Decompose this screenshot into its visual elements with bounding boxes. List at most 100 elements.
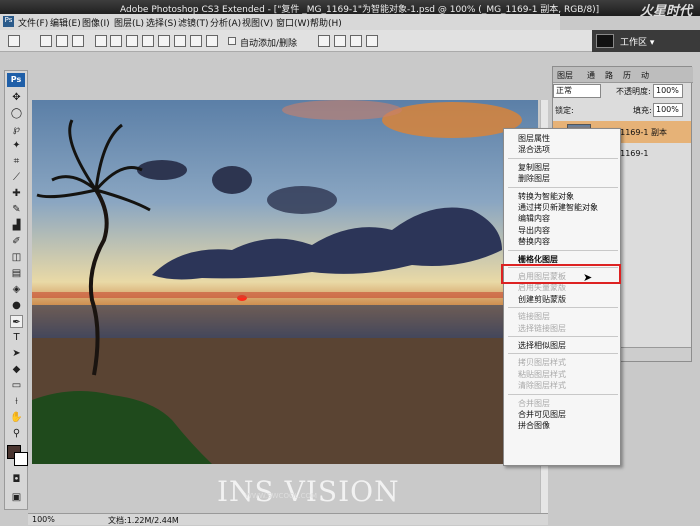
context-menu-item[interactable]: 转换为智能对象	[518, 191, 574, 202]
path-exclude-icon[interactable]	[366, 35, 378, 47]
ellipse-icon[interactable]	[158, 35, 170, 47]
quick-mask-icon[interactable]: ◘	[10, 473, 23, 486]
menu-separator	[508, 157, 618, 159]
sunset-photo	[32, 100, 538, 464]
crop-tool-icon[interactable]: ⌗	[10, 155, 23, 168]
menu-help[interactable]: 帮助(H)	[310, 16, 342, 29]
context-menu-item[interactable]: 通过拷贝新建智能对象	[518, 202, 598, 213]
doc-size[interactable]: 文档:1.22M/2.44M	[108, 515, 179, 526]
opacity-label: 不透明度:	[616, 87, 651, 96]
lasso-tool-icon[interactable]: ℘	[10, 123, 23, 136]
background-color-swatch[interactable]	[14, 452, 28, 466]
eraser-tool-icon[interactable]: ◫	[10, 251, 23, 264]
menu-view[interactable]: 视图(V)	[242, 16, 273, 29]
menu-separator	[508, 393, 618, 395]
shape-layers-icon[interactable]	[40, 35, 52, 47]
path-intersect-icon[interactable]	[350, 35, 362, 47]
freeform-pen-icon[interactable]	[110, 35, 122, 47]
rectangle-icon[interactable]	[126, 35, 138, 47]
zoom-tool-icon[interactable]: ⚲	[10, 427, 23, 440]
pen-tool-icon[interactable]	[8, 35, 20, 47]
toolbox: Ps ✥ ◯ ℘ ✦ ⌗ ⟋ ✚ ✎ ▟ ✐ ◫ ▤ ◈ ● ✒ T ➤ ◆ ▭…	[4, 70, 28, 510]
tab-history[interactable]: 历	[623, 70, 631, 81]
workspace-label: 工作区 ▾	[620, 38, 655, 48]
path-subtract-icon[interactable]	[334, 35, 346, 47]
move-tool-icon[interactable]: ✥	[10, 91, 23, 104]
eyedropper-tool-icon[interactable]: ⟊	[10, 395, 23, 408]
fill-pixels-icon[interactable]	[72, 35, 84, 47]
tab-paths[interactable]: 路	[605, 70, 613, 81]
menu-select[interactable]: 选择(S)	[146, 16, 177, 29]
line-icon[interactable]	[190, 35, 202, 47]
pen-icon[interactable]	[95, 35, 107, 47]
menu-separator	[508, 336, 618, 337]
shape-tool-icon[interactable]: ◆	[10, 363, 23, 376]
menu-file[interactable]: 文件(F)	[18, 16, 48, 29]
paths-icon[interactable]	[56, 35, 68, 47]
mouse-cursor-icon: ➤	[583, 271, 593, 284]
magic-wand-tool-icon[interactable]: ✦	[10, 139, 23, 152]
context-menu-item[interactable]: 复制图层	[518, 162, 550, 173]
app-icon: Ps	[3, 16, 14, 27]
menu-image[interactable]: 图像(I)	[82, 16, 110, 29]
context-menu-item[interactable]: 创建剪贴蒙版	[518, 294, 566, 305]
context-menu-item[interactable]: 删除图层	[518, 173, 550, 184]
polygon-icon[interactable]	[174, 35, 186, 47]
menu-separator	[508, 186, 618, 188]
tab-channels[interactable]: 通	[587, 70, 595, 81]
rounded-rectangle-icon[interactable]	[142, 35, 154, 47]
site-logo: 火星时代	[639, 4, 692, 19]
highlight-box	[501, 264, 621, 284]
context-menu-item[interactable]: 选择相似图层	[518, 340, 566, 351]
toolbox-ps-logo: Ps	[7, 73, 25, 87]
context-menu-item[interactable]: 导出内容	[518, 225, 550, 236]
healing-tool-icon[interactable]: ✚	[10, 187, 23, 200]
lock-label: 锁定:	[555, 106, 574, 115]
menu-analysis[interactable]: 分析(A)	[210, 16, 241, 29]
path-add-icon[interactable]	[318, 35, 330, 47]
tab-actions[interactable]: 动	[641, 70, 649, 81]
path-select-tool-icon[interactable]: ➤	[10, 347, 23, 360]
screen-mode-icon[interactable]: ▣	[10, 491, 23, 504]
menu-window[interactable]: 窗口(W)	[276, 16, 310, 29]
document-canvas[interactable]	[32, 100, 538, 464]
context-menu-item[interactable]: 替换内容	[518, 236, 550, 247]
menu-separator	[508, 353, 618, 355]
dodge-tool-icon[interactable]: ●	[10, 299, 23, 312]
context-menu-item[interactable]: 栅格化图层	[518, 254, 558, 265]
custom-shape-icon[interactable]	[206, 35, 218, 47]
fill-label: 填充:	[633, 106, 652, 115]
gradient-tool-icon[interactable]: ▤	[10, 267, 23, 280]
blend-mode-select[interactable]: 正常	[553, 84, 601, 98]
auto-add-delete-label: 自动添加/删除	[240, 39, 298, 49]
history-brush-icon[interactable]: ✐	[10, 235, 23, 248]
workspace-button[interactable]: 工作区 ▾	[592, 30, 700, 52]
context-menu-item[interactable]: 拼合图像	[518, 420, 550, 431]
workspace-icon	[596, 34, 614, 48]
menu-edit[interactable]: 编辑(E)	[50, 16, 81, 29]
opacity-input[interactable]: 100%	[653, 84, 683, 98]
slice-tool-icon[interactable]: ⟋	[10, 171, 23, 184]
stamp-tool-icon[interactable]: ▟	[10, 219, 23, 232]
menu-filter[interactable]: 滤镜(T)	[178, 16, 209, 29]
notes-tool-icon[interactable]: ▭	[10, 379, 23, 392]
marquee-tool-icon[interactable]: ◯	[10, 107, 23, 120]
menu-bar: Ps 文件(F) 编辑(E) 图像(I) 图层(L) 选择(S) 滤镜(T) 分…	[0, 14, 560, 30]
context-menu-item[interactable]: 图层属性	[518, 133, 550, 144]
panel-tabs: 图层 通 路 历 动	[553, 67, 693, 83]
zoom-level[interactable]: 100%	[32, 515, 55, 524]
hand-tool-icon[interactable]: ✋	[10, 411, 23, 424]
context-menu-item[interactable]: 合并可见图层	[518, 409, 566, 420]
fill-input[interactable]: 100%	[653, 103, 683, 117]
context-menu-item: 选择链接图层	[518, 323, 566, 333]
menu-layer[interactable]: 图层(L)	[114, 16, 144, 29]
context-menu-item[interactable]: 混合选项	[518, 144, 550, 155]
status-bar: 100% 文档:1.22M/2.44M	[28, 513, 548, 525]
blur-tool-icon[interactable]: ◈	[10, 283, 23, 296]
brush-tool-icon[interactable]: ✎	[10, 203, 23, 216]
context-menu-item[interactable]: 编辑内容	[518, 213, 550, 224]
tab-layers[interactable]: 图层	[557, 70, 573, 81]
auto-add-delete-checkbox[interactable]	[228, 37, 236, 45]
pen-tool-icon-active[interactable]: ✒	[10, 315, 23, 328]
type-tool-icon[interactable]: T	[10, 331, 23, 344]
